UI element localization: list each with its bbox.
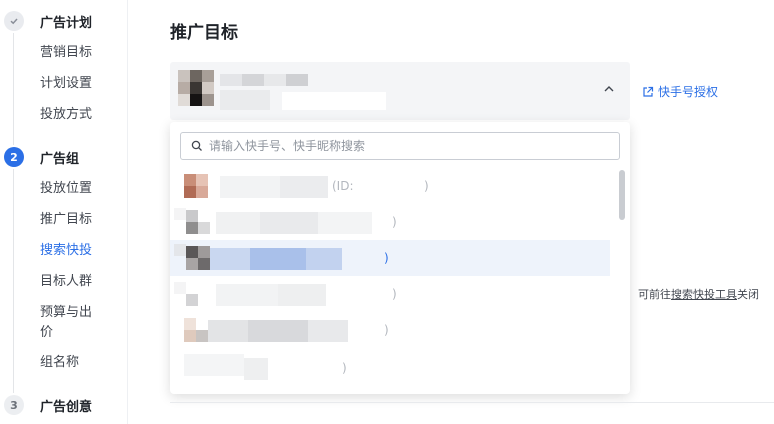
scrollbar-thumb[interactable] [619,170,625,220]
account-option[interactable]: ) [170,276,610,312]
account-name-blurred [208,320,248,342]
account-option[interactable]: (ID: ) [170,168,610,204]
search-boost-tool-link[interactable]: 搜索快投工具 [671,288,737,301]
avatar-blurred [190,70,202,82]
section-divider [170,402,774,403]
avatar-blurred [198,222,210,234]
account-name-blurred [308,320,348,342]
avatar-blurred [202,70,214,82]
account-name-blurred [242,74,264,86]
account-name-blurred [280,176,328,198]
avatar-blurred [190,82,202,94]
avatar-blurred [178,82,190,94]
account-id-close: ) [384,323,389,337]
account-name-blurred [306,248,342,270]
account-name-blurred [184,354,244,376]
account-auth-link[interactable]: 快手号授权 [642,83,718,100]
account-id-close: ) [424,179,429,193]
step-ad-group[interactable]: 2 广告组 [4,147,79,167]
step-ad-plan[interactable]: 广告计划 [4,11,92,31]
account-name-blurred [250,248,306,270]
account-id-close: ) [392,215,397,229]
step-title: 广告创意 [40,399,93,415]
step-title: 广告组 [40,151,80,167]
search-box[interactable] [180,132,620,160]
chevron-up-icon[interactable] [604,84,614,94]
account-name-blurred [220,176,280,198]
account-name-blurred [286,74,308,86]
avatar-blurred [186,294,198,306]
nav-item-target-audience[interactable]: 目标人群 [40,272,110,292]
step-connector [13,169,14,393]
avatar-blurred [186,258,198,270]
account-name-blurred [220,90,270,110]
nav-item-marketing-goal[interactable]: 营销目标 [40,43,110,63]
auth-link-label: 快手号授权 [658,85,719,99]
nav-item-placement[interactable]: 投放位置 [40,179,110,199]
account-name-blurred [318,212,372,234]
tip-suffix: 关闭 [737,288,759,301]
account-name-blurred [244,358,268,380]
avatar-blurred [178,70,190,82]
account-id-close: ) [342,361,347,375]
step-nav: 广告计划 营销目标 计划设置 投放方式 2 广告组 投放位置 推广目标 搜索快投… [0,0,128,424]
nav-item-promotion-target[interactable]: 推广目标 [40,210,110,230]
account-name-blurred [282,92,386,110]
avatar-blurred [196,174,208,186]
avatar-blurred [202,82,214,94]
account-select[interactable] [170,62,630,120]
avatar-blurred [178,94,190,106]
step-number: 3 [4,395,24,415]
account-id-close: ) [392,287,397,301]
avatar-blurred [186,210,198,222]
account-option[interactable]: ) [170,348,610,384]
nav-item-search-boost[interactable]: 搜索快投 [40,241,110,261]
step-ad-creative[interactable]: 3 广告创意 [4,395,92,415]
avatar-blurred [184,330,196,342]
avatar-blurred [186,222,198,234]
search-input[interactable] [209,139,599,153]
search-boost-tip: 可前往搜索快投工具关闭 [638,286,759,302]
avatar-blurred [190,94,202,106]
avatar-blurred [184,186,196,198]
avatar-blurred [198,246,210,258]
page-title: 推广目标 [170,23,238,43]
step-connector [13,33,14,145]
account-name-blurred [210,248,250,270]
external-link-icon [643,86,654,97]
avatar-blurred [202,94,214,106]
account-option[interactable]: ) [170,312,610,348]
avatar-blurred [174,208,186,220]
step-title: 广告计划 [40,15,93,31]
account-id-label: (ID: [332,179,354,193]
account-option[interactable]: ) [170,204,610,240]
account-dropdown: (ID: ) ) ) ) ) [170,122,630,394]
avatar-blurred [196,186,208,198]
avatar-blurred [174,282,186,294]
avatar-blurred [198,258,210,270]
account-name-blurred [260,212,318,234]
search-icon [191,140,202,151]
avatar-blurred [196,330,208,342]
account-name-blurred [278,284,326,306]
account-name-blurred [216,284,278,306]
avatar-blurred [184,174,196,186]
avatar-blurred [184,318,196,330]
nav-item-budget-bid[interactable]: 预算与出价 [40,303,104,343]
step-number: 2 [4,147,24,167]
check-icon [4,11,24,31]
account-id-close: ) [384,251,389,265]
nav-item-plan-settings[interactable]: 计划设置 [40,74,110,94]
nav-item-delivery-method[interactable]: 投放方式 [40,105,110,125]
avatar-blurred [174,244,186,256]
tip-prefix: 可前往 [638,288,671,301]
account-name-blurred [220,74,242,86]
nav-item-group-name[interactable]: 组名称 [40,353,110,373]
account-name-blurred [248,320,308,342]
account-option-highlighted[interactable]: ) [170,240,610,276]
account-name-blurred [216,212,260,234]
account-name-blurred [264,74,286,86]
avatar-blurred [186,246,198,258]
